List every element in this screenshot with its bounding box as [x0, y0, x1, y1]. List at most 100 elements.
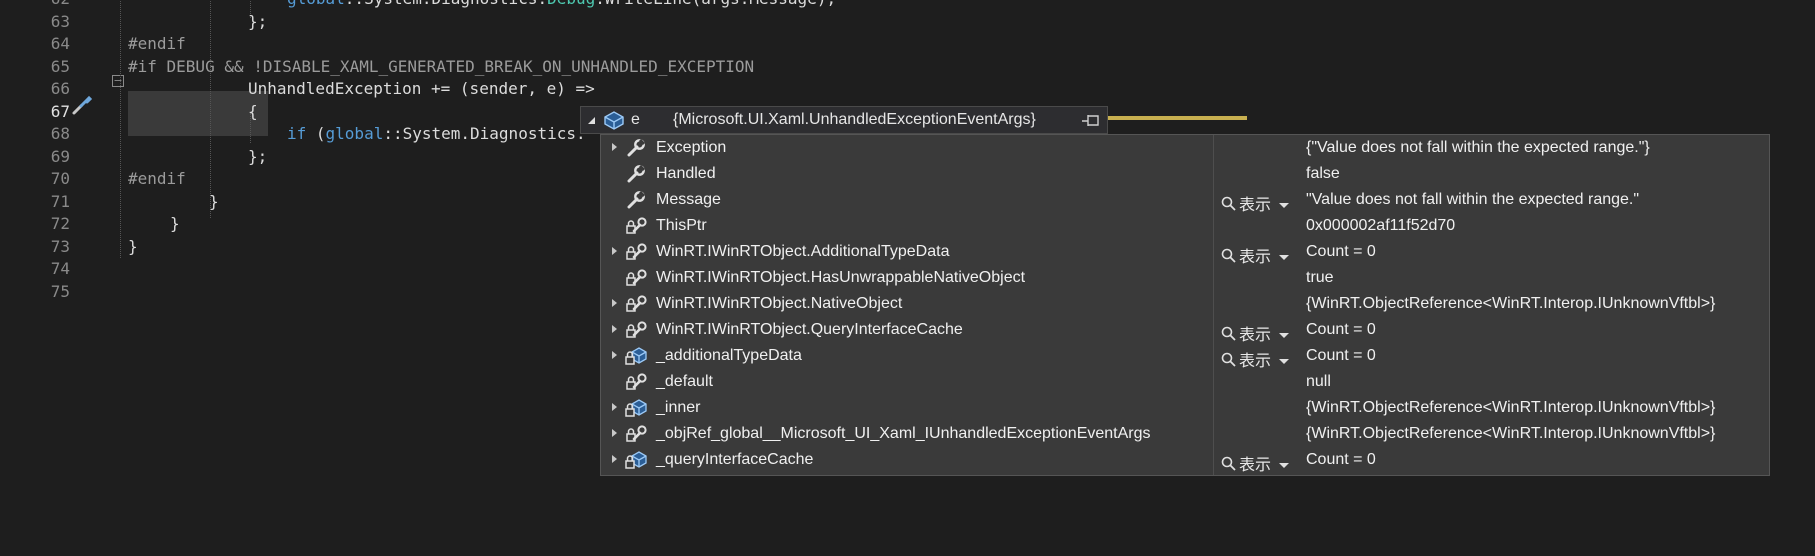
line-number-current: 67	[50, 101, 70, 121]
member-value[interactable]: Count = 0	[1306, 451, 1376, 469]
datatip-row[interactable]: _queryInterfaceCache 表示 Count = 0	[601, 448, 1769, 474]
member-name: _objRef_global__Microsoft_UI_Xaml_IUnhan…	[656, 425, 1151, 442]
member-value[interactable]: 0x000002af11f52d70	[1306, 217, 1455, 235]
datatip-variable-name: e	[631, 111, 640, 128]
code-line-62: global::System.Diagnostics.Debug.WriteLi…	[287, 0, 836, 11]
member-name: _queryInterfaceCache	[656, 451, 814, 468]
datatip-row[interactable]: WinRT.IWinRTObject.HasUnwrappableNativeO…	[601, 266, 1769, 292]
private-field-icon	[625, 398, 647, 418]
code-line-63: };	[248, 11, 268, 31]
visualizer-dropdown[interactable]: 表示	[1219, 243, 1291, 267]
line-number: 63	[50, 11, 70, 31]
member-value[interactable]: Count = 0	[1306, 243, 1376, 261]
member-value[interactable]: false	[1306, 165, 1340, 183]
code-line-64: #endif	[128, 34, 186, 53]
private-field-icon	[625, 450, 647, 470]
member-value[interactable]: null	[1306, 373, 1331, 391]
datatip-header[interactable]: e {Microsoft.UI.Xaml.UnhandledExceptionE…	[580, 106, 1108, 134]
highlight-strip	[1105, 116, 1247, 120]
code-line-67: {	[248, 101, 258, 121]
line-number: 62	[0, 0, 70, 11]
visualizer-dropdown[interactable]: 表示	[1219, 191, 1291, 215]
datatip-variable-value[interactable]: {Microsoft.UI.Xaml.UnhandledExceptionEve…	[673, 111, 1036, 129]
member-value[interactable]: {"Value does not fall within the expecte…	[1306, 139, 1650, 157]
expand-triangle-icon[interactable]	[610, 139, 620, 155]
code-token: .WriteLine(args.Message);	[595, 0, 836, 8]
datatip-row[interactable]: _additionalTypeData 表示 Count = 0	[601, 344, 1769, 370]
visualizer-dropdown[interactable]: 表示	[1219, 347, 1291, 371]
pin-icon[interactable]	[1081, 112, 1101, 128]
quick-actions-screwdriver-icon[interactable]	[70, 95, 92, 117]
code-line-69: };	[248, 146, 268, 166]
private-property-icon	[625, 242, 647, 262]
member-name: WinRT.IWinRTObject.NativeObject	[656, 295, 903, 312]
line-number: 71	[50, 191, 70, 211]
expand-triangle-icon[interactable]	[610, 347, 620, 363]
datatip-row[interactable]: _objRef_global__Microsoft_UI_Xaml_IUnhan…	[601, 422, 1769, 448]
magnifier-icon	[1221, 248, 1236, 263]
datatip-panel[interactable]: Exception {"Value does not fall within th…	[600, 134, 1770, 476]
magnifier-icon	[1221, 352, 1236, 367]
member-value[interactable]: true	[1306, 269, 1334, 287]
visualizer-dropdown[interactable]: 表示	[1219, 321, 1291, 345]
datatip-row[interactable]: Message 表示 "Value does not fall within the…	[601, 188, 1769, 214]
datatip-row[interactable]: _default null	[601, 370, 1769, 396]
code-token: (	[306, 124, 326, 143]
code-line-70: #endif	[128, 169, 186, 188]
wrench-icon	[625, 138, 647, 158]
chevron-down-icon	[1279, 255, 1290, 260]
code-token: global	[287, 0, 345, 8]
datatip-row[interactable]: Handled false	[601, 162, 1769, 188]
collapse-triangle-icon[interactable]	[587, 116, 597, 126]
magnifier-icon	[1221, 326, 1236, 341]
private-property-icon	[625, 268, 647, 288]
member-value[interactable]: Count = 0	[1306, 321, 1376, 339]
code-token: ::System.Diagnostics.	[383, 124, 586, 143]
visualizer-label: 表示	[1239, 249, 1272, 266]
expand-triangle-icon[interactable]	[610, 321, 620, 337]
datatip-row[interactable]: WinRT.IWinRTObject.QueryInterfaceCache 表示…	[601, 318, 1769, 344]
expand-triangle-icon[interactable]	[610, 295, 620, 311]
code-token: ::System.Diagnostics.	[345, 0, 547, 8]
expand-triangle-icon[interactable]	[610, 399, 620, 415]
private-property-icon	[625, 372, 647, 392]
member-name: WinRT.IWinRTObject.AdditionalTypeData	[656, 243, 950, 260]
line-number: 69	[50, 146, 70, 166]
member-value[interactable]: Count = 0	[1306, 347, 1376, 365]
collapse-region-icon[interactable]: −	[112, 75, 124, 87]
member-value[interactable]: {WinRT.ObjectReference<WinRT.Interop.IUn…	[1306, 295, 1715, 313]
chevron-down-icon	[1279, 333, 1290, 338]
visualizer-dropdown[interactable]: 表示	[1219, 451, 1291, 475]
line-number: 75	[50, 281, 70, 301]
datatip-row[interactable]: WinRT.IWinRTObject.AdditionalTypeData 表示 C…	[601, 240, 1769, 266]
private-field-icon	[625, 346, 647, 366]
member-value[interactable]: {WinRT.ObjectReference<WinRT.Interop.IUn…	[1306, 399, 1715, 417]
line-number: 68	[50, 124, 70, 143]
expand-triangle-icon[interactable]	[610, 243, 620, 259]
code-line-66: UnhandledException += (sender, e) =>	[248, 79, 595, 98]
wrench-icon	[625, 190, 647, 210]
line-number: 72	[50, 214, 70, 233]
member-name: WinRT.IWinRTObject.HasUnwrappableNativeO…	[656, 269, 1026, 286]
datatip-row[interactable]: ThisPtr 0x000002af11f52d70	[601, 214, 1769, 240]
expand-triangle-icon[interactable]	[610, 451, 620, 467]
expand-triangle-icon[interactable]	[610, 425, 620, 441]
code-line-68: if (global::System.Diagnostics.	[287, 123, 586, 146]
datatip-row[interactable]: WinRT.IWinRTObject.NativeObject {WinRT.Ob…	[601, 292, 1769, 318]
line-number: 66	[50, 79, 70, 98]
code-token: global	[325, 124, 384, 143]
datatip-row[interactable]: Exception {"Value does not fall within th…	[601, 136, 1769, 162]
code-token: #if DEBUG &&	[128, 56, 254, 76]
member-value[interactable]: {WinRT.ObjectReference<WinRT.Interop.IUn…	[1306, 425, 1715, 443]
indent-guide	[120, 0, 121, 258]
chevron-down-icon	[1279, 203, 1290, 208]
code-token: Debug	[547, 0, 595, 8]
datatip-row[interactable]: _inner {WinRT.ObjectReference<WinRT.Inter…	[601, 396, 1769, 422]
visualizer-label: 表示	[1239, 197, 1272, 214]
code-line-72: }	[170, 214, 180, 233]
line-number: 73	[50, 236, 70, 256]
private-property-icon	[625, 216, 647, 236]
line-number: 64	[50, 34, 70, 53]
member-name: Handled	[656, 165, 716, 182]
member-value[interactable]: "Value does not fall within the expected…	[1306, 191, 1639, 209]
